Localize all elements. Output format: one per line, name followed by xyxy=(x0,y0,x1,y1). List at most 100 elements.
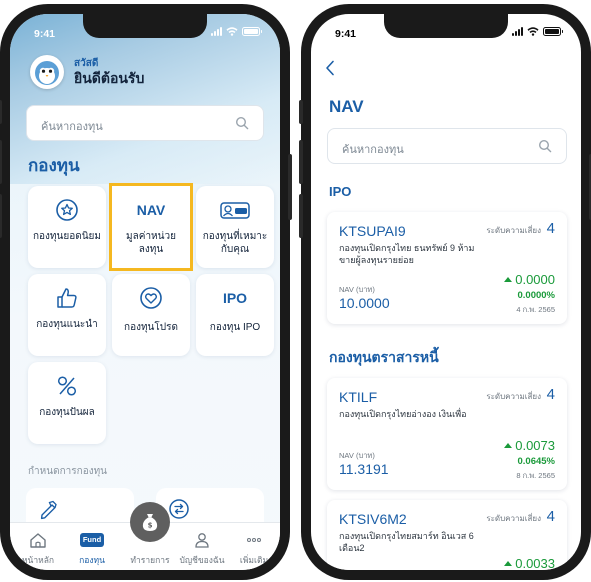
more-icon xyxy=(247,538,261,542)
fund-description: กองทุนเปิดกรุงไทย ธนทรัพย์ 9 ห้ามขายผู้ล… xyxy=(339,243,475,265)
tab-home[interactable]: หน้าหลัก xyxy=(12,531,64,567)
tab-funds[interactable]: Fund กองทุน xyxy=(66,531,118,567)
mascot-icon xyxy=(35,61,59,85)
greeting-title: ยินดีต้อนรับ xyxy=(74,70,145,86)
fund-description: กองทุนเปิดกรุงไทยอ่างอง เงินเพื่อ xyxy=(339,409,467,419)
tile-label: มูลค่าหน่วยลงทุน xyxy=(126,231,176,255)
risk-label: ระดับความเสี่ยง xyxy=(486,514,541,523)
tile-label: กองทุนโปรด xyxy=(124,322,178,333)
risk-label: ระดับความเสี่ยง xyxy=(486,226,541,235)
percent-icon xyxy=(57,376,77,396)
notch xyxy=(384,14,508,38)
nav-change: 0.0000 xyxy=(504,272,555,287)
tile-label: กองทุน IPO xyxy=(209,322,261,333)
switch-icon xyxy=(169,499,189,519)
tile-popular-funds[interactable]: กองทุนยอดนิยม xyxy=(28,186,106,268)
status-time: 9:41 xyxy=(335,28,357,40)
nav-value: 10.0000 xyxy=(339,295,390,311)
status-icons xyxy=(512,27,563,36)
section-title-debt-funds: กองทุนตราสารหนี้ xyxy=(329,349,439,365)
search-placeholder: ค้นหากองทุน xyxy=(41,121,103,133)
tab-label: เพิ่มเติม xyxy=(239,555,269,565)
nav-change: 0.0073 xyxy=(504,438,555,453)
nav-value: 11.3191 xyxy=(339,461,389,477)
power-button xyxy=(288,154,292,220)
section-title-funds: กองทุน xyxy=(28,156,80,175)
tab-label: หน้าหลัก xyxy=(21,555,55,565)
phone-frame-left: 9:41 สวัสดี ยินดีต้อนรับ ค้นหากองทุน กอง… xyxy=(0,4,292,580)
fund-icon: Fund xyxy=(80,533,104,547)
tile-label: กองทุนแนะนำ xyxy=(36,319,98,330)
battery-icon xyxy=(242,27,262,36)
tile-recommended-funds[interactable]: กองทุนแนะนำ xyxy=(28,274,106,356)
risk-level: 4 xyxy=(546,386,555,403)
search-input[interactable]: ค้นหากองทุน xyxy=(26,105,264,141)
fund-name: KTSIV6M2 xyxy=(339,511,407,527)
schedule-section-title: กำหนดการกองทุน xyxy=(28,466,108,477)
wifi-icon xyxy=(226,27,238,36)
signal-icon xyxy=(211,27,222,36)
mute-switch xyxy=(299,100,303,124)
nav-date: 8 ก.พ. 2565 xyxy=(516,471,555,480)
tile-nav[interactable]: NAV มูลค่าหน่วยลงทุน xyxy=(109,183,193,271)
risk-level: 4 xyxy=(546,508,555,525)
tab-label: บัญชีของฉัน xyxy=(179,555,225,565)
nav-change-percent: 0.0000% xyxy=(517,290,555,301)
pen-sign-icon xyxy=(40,500,57,520)
fund-description: กองทุนเปิดกรุงไทยสมาร์ท อินเวส 6 เดือน2 xyxy=(339,531,474,553)
risk-label: ระดับความเสี่ยง xyxy=(486,392,541,401)
user-icon xyxy=(195,533,209,548)
fund-card-icon xyxy=(220,202,250,219)
search-icon xyxy=(538,139,552,153)
tab-label: กองทุน xyxy=(79,555,105,565)
heart-icon xyxy=(140,287,162,309)
avatar[interactable] xyxy=(30,55,64,89)
tab-my-account[interactable]: บัญชีของฉัน xyxy=(176,531,228,567)
star-badge-icon xyxy=(56,199,78,221)
risk-level: 4 xyxy=(546,220,555,237)
section-title-ipo: IPO xyxy=(329,184,352,199)
phone-frame-right: 9:41 NAV ค้นหากองทุน IPO KTSUPAI9 ระดับค… xyxy=(299,4,591,580)
money-bag-icon: $ xyxy=(142,514,158,531)
mute-switch xyxy=(0,100,2,124)
fund-card[interactable]: KTSIV6M2 ระดับความเสี่ยง 4 กองทุนเปิดกรุ… xyxy=(327,500,567,570)
tab-more[interactable]: เพิ่มเติม xyxy=(228,531,280,567)
tile-label: กองทุนยอดนิยม xyxy=(32,231,102,242)
home-icon xyxy=(30,533,46,548)
ipo-icon: IPO xyxy=(222,290,248,306)
fund-card[interactable]: KTSUPAI9 ระดับความเสี่ยง 4 กองทุนเปิดกรุ… xyxy=(327,212,567,324)
search-placeholder: ค้นหากองทุน xyxy=(342,144,404,156)
nav-change: 0.0033 xyxy=(504,556,555,570)
svg-text:$: $ xyxy=(148,522,153,530)
tile-dividend-funds[interactable]: กองทุนปันผล xyxy=(28,362,106,444)
status-time: 9:41 xyxy=(34,28,56,40)
nav-change-percent: 0.0645% xyxy=(517,456,555,467)
tile-label: กองทุนปันผล xyxy=(39,407,95,418)
battery-icon xyxy=(543,27,563,36)
search-input[interactable]: ค้นหากองทุน xyxy=(327,128,567,164)
signal-icon xyxy=(512,27,523,36)
tab-label: ทำรายการ xyxy=(130,555,170,565)
search-icon xyxy=(235,116,249,130)
tile-ipo-funds[interactable]: IPO กองทุน IPO xyxy=(196,274,274,356)
volume-up-button xyxy=(0,140,2,184)
notch xyxy=(83,14,207,38)
tile-favorite-funds[interactable]: กองทุนโปรด xyxy=(112,274,190,356)
back-chevron-icon[interactable] xyxy=(325,60,335,76)
volume-up-button xyxy=(299,140,303,184)
fund-card[interactable]: KTILF ระดับความเสี่ยง 4 กองทุนเปิดกรุงไท… xyxy=(327,378,567,490)
home-screen: 9:41 สวัสดี ยินดีต้อนรับ ค้นหากองทุน กอง… xyxy=(10,14,280,570)
nav-date: 4 ก.พ. 2565 xyxy=(516,305,555,314)
fund-name: KTILF xyxy=(339,389,378,405)
fund-name: KTSUPAI9 xyxy=(339,223,406,239)
tile-label: กองทุนที่เหมาะกับคุณ xyxy=(202,231,268,255)
page-title: NAV xyxy=(329,97,364,116)
volume-down-button xyxy=(0,194,2,238)
nav-icon: NAV xyxy=(136,202,166,218)
transaction-fab[interactable]: $ xyxy=(130,502,170,542)
tile-suitable-funds[interactable]: กองทุนที่เหมาะกับคุณ xyxy=(196,186,274,268)
nav-screen: 9:41 NAV ค้นหากองทุน IPO KTSUPAI9 ระดับค… xyxy=(311,14,581,570)
status-icons xyxy=(211,27,262,36)
volume-down-button xyxy=(299,194,303,238)
thumbs-up-icon xyxy=(57,288,77,308)
